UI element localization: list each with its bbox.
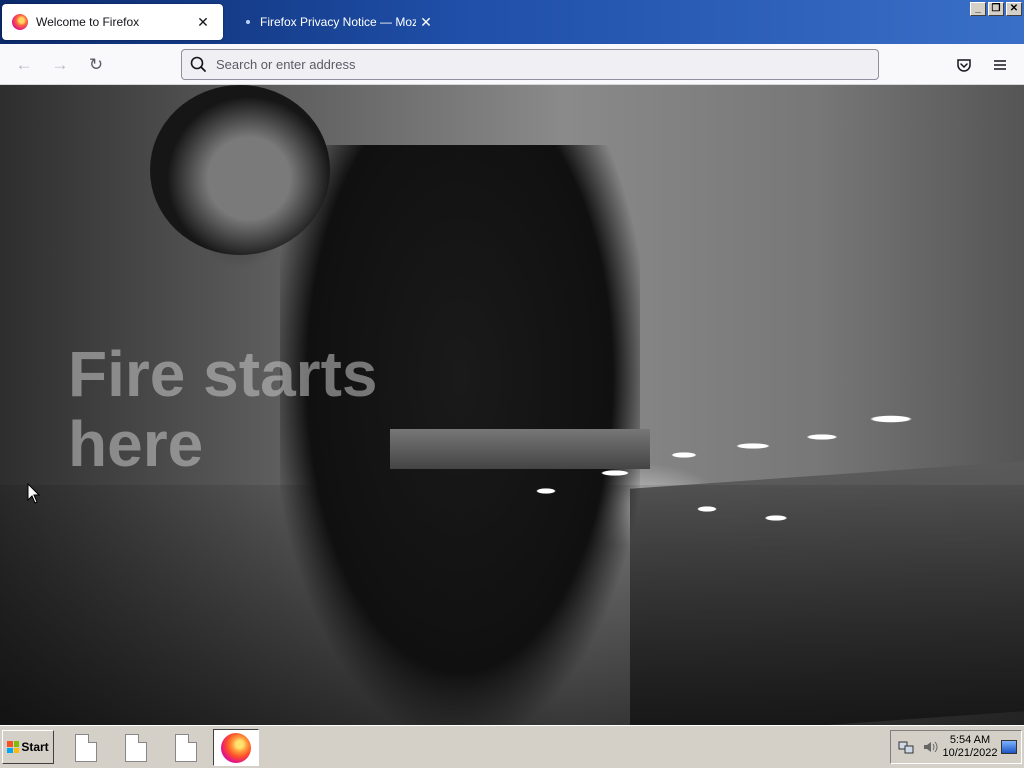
pocket-button[interactable] [951,52,977,78]
loading-dot-icon [246,20,250,24]
taskbar: Start 5:54 AM 10/21/2022 [0,725,1024,768]
welcome-page-content: Fire starts here [0,85,1024,725]
tab-label: Welcome to Firefox [36,15,140,29]
hamburger-menu-icon [994,60,1006,70]
reload-button[interactable]: ↻ [83,52,109,78]
forward-button[interactable]: → [47,52,73,78]
close-tab-icon[interactable]: ✕ [416,15,436,29]
start-label: Start [21,740,49,754]
taskbar-item-firefox[interactable] [213,729,259,766]
taskbar-item-document-2[interactable] [113,729,159,766]
volume-icon[interactable] [921,738,939,756]
hero-title: Fire starts here [68,339,488,479]
network-icon[interactable] [897,738,915,756]
show-desktop-icon[interactable] [1001,740,1017,754]
url-bar[interactable] [181,49,879,80]
close-window-button[interactable]: ✕ [1006,2,1022,16]
windows-logo-icon [7,741,20,753]
close-tab-icon[interactable]: ✕ [193,15,213,29]
tab-label: Firefox Privacy Notice — Mozilla [260,15,416,29]
minimize-button[interactable]: _ [970,2,986,16]
app-menu-button[interactable] [987,52,1013,78]
back-button[interactable]: ← [11,52,37,78]
mouse-pointer-icon [27,483,41,504]
hero-photo-sparks [500,365,960,545]
window-controls: _ ❐ ✕ [970,2,1022,16]
clock[interactable]: 5:54 AM 10/21/2022 [939,734,1001,760]
taskbar-item-document-3[interactable] [163,729,209,766]
taskbar-item-document-1[interactable] [63,729,109,766]
document-icon [125,733,147,762]
hero-photo-head [150,85,330,255]
tab-strip: Welcome to Firefox ✕ Firefox Privacy Not… [0,0,1024,44]
tab-welcome[interactable]: Welcome to Firefox ✕ [2,4,223,40]
tab-privacy-notice[interactable]: Firefox Privacy Notice — Mozilla ✕ [234,4,446,40]
firefox-favicon-icon [12,14,28,30]
document-icon [175,733,197,762]
start-button[interactable]: Start [2,730,54,764]
document-icon [75,733,97,762]
clock-date: 10/21/2022 [942,747,998,759]
restore-button[interactable]: ❐ [988,2,1004,16]
hero-title-line: here [68,408,204,480]
navigation-toolbar: ← → ↻ [0,44,1024,85]
address-input[interactable] [216,57,878,72]
search-icon [182,50,216,79]
clock-time: 5:54 AM [949,734,991,746]
firefox-icon [221,732,251,763]
system-tray: 5:54 AM 10/21/2022 [890,730,1022,764]
hero-title-line: Fire starts [68,338,378,410]
pocket-icon [957,59,971,72]
